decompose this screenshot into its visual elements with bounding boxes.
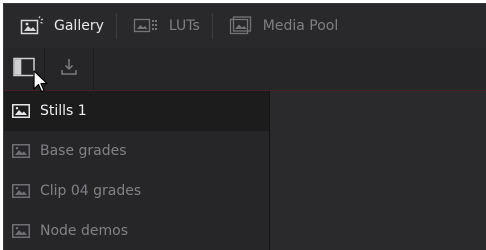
toggle-sidebar-button[interactable] (4, 48, 44, 90)
album-item-clip-04-grades[interactable]: Clip 04 grades (4, 171, 269, 211)
album-label: Base grades (40, 143, 127, 159)
tab-gallery[interactable]: Gallery (4, 4, 116, 48)
stills-viewer-area[interactable] (270, 91, 486, 250)
album-list: Stills 1 Base grades Clip 04 grades Node… (4, 91, 269, 250)
tab-media-pool[interactable]: Media Pool (213, 4, 350, 48)
sidebar-toggle-icon (13, 57, 35, 81)
still-album-icon (12, 104, 30, 118)
still-album-icon (12, 224, 30, 238)
gallery-panel: Gallery LUTs Media Pool Stills 1 Base gr… (3, 3, 486, 250)
import-icon (59, 57, 79, 81)
tab-bar: Gallery LUTs Media Pool (4, 4, 486, 49)
media-pool-icon (229, 16, 253, 36)
tab-gallery-label: Gallery (54, 18, 104, 34)
import-still-button[interactable] (45, 48, 93, 90)
tab-luts-label: LUTs (168, 18, 200, 34)
album-label: Node demos (40, 223, 128, 239)
toolbar-empty-area (93, 48, 486, 90)
gallery-icon (20, 16, 44, 36)
luts-icon (133, 17, 159, 35)
tab-luts[interactable]: LUTs (117, 4, 212, 48)
album-item-node-demos[interactable]: Node demos (4, 211, 269, 250)
tab-media-pool-label: Media Pool (262, 18, 339, 34)
gallery-toolbar (4, 48, 486, 91)
album-item-base-grades[interactable]: Base grades (4, 131, 269, 171)
still-album-icon (12, 184, 30, 198)
album-label: Clip 04 grades (40, 183, 142, 199)
still-album-icon (12, 144, 30, 158)
album-item-stills-1[interactable]: Stills 1 (4, 91, 269, 131)
album-label: Stills 1 (40, 103, 87, 119)
